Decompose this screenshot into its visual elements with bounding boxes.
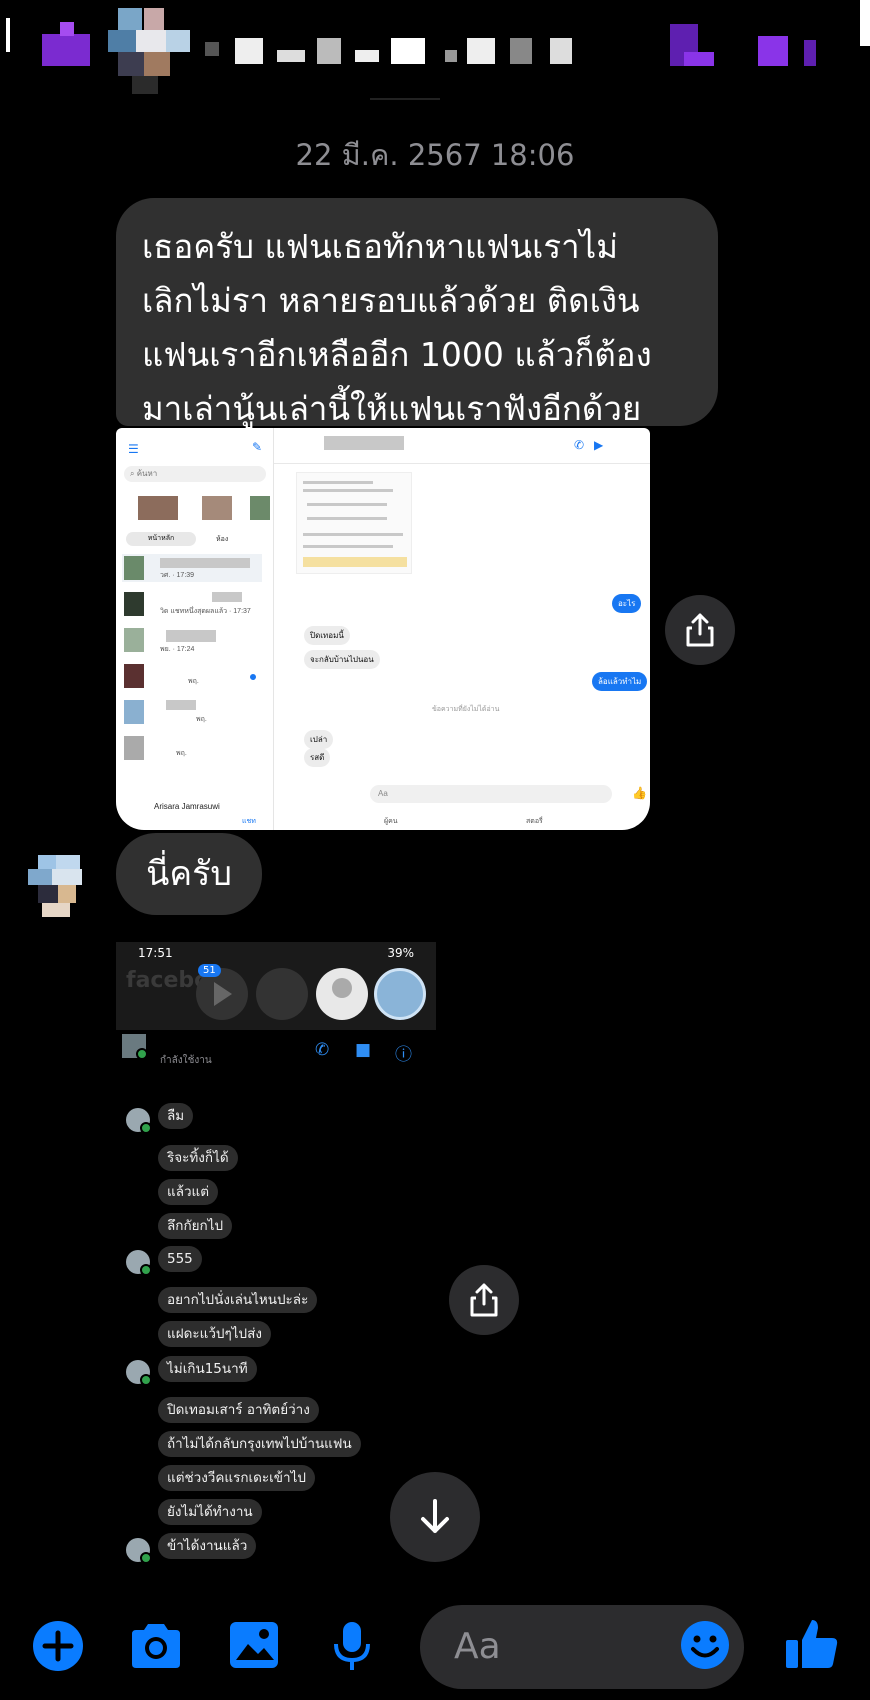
unread-divider: ข้อความที่ยังไม่ได้อ่าน	[432, 706, 500, 713]
image-icon	[230, 1622, 278, 1668]
header-divider	[370, 98, 440, 100]
message-bubble[interactable]: เธอครับ แฟนเธอทักหาแฟนเราไม่ เลิกไม่รา ห…	[116, 198, 718, 428]
story-row	[122, 496, 272, 524]
gallery-button[interactable]	[228, 1620, 280, 1674]
notification-badge: 51	[198, 964, 221, 977]
attached-image-1[interactable]: ☰ ✎ ⌕ ค้นหา หน้าหลัก ห้อง วศ. · 17:39 วิ…	[116, 428, 650, 830]
header-pixel-block	[60, 22, 74, 36]
sender-avatar[interactable]	[28, 855, 92, 917]
camera-button[interactable]	[128, 1620, 184, 1676]
contact-avatar	[122, 1034, 148, 1060]
message-timestamp: 22 มี.ค. 2567 18:06	[295, 138, 575, 172]
scroll-down-button[interactable]	[390, 1472, 480, 1562]
highlight-box	[303, 557, 407, 567]
chat-message: ลืม	[158, 1103, 194, 1129]
plus-button[interactable]	[32, 1620, 84, 1676]
chat-row: พย. · 17:24	[122, 626, 262, 654]
chat-row: วศ. · 17:39	[122, 554, 262, 582]
chat-row: พฤ.	[122, 662, 262, 690]
compose-icon: ✎	[252, 440, 263, 454]
tab-stories: สตอรี่	[526, 818, 543, 825]
tab-requests: ห้อง	[216, 536, 229, 543]
like-button[interactable]	[784, 1616, 840, 1676]
incoming-bubble: จะกลับบ้านไปนอน	[304, 650, 380, 669]
chat-message: อยากไปนั่งเล่นไหนปะล่ะ	[158, 1287, 318, 1313]
header-pixel-block	[42, 34, 90, 66]
chat-message: 555	[158, 1246, 202, 1272]
chat-row: พฤ.	[122, 734, 262, 762]
active-status: กำลังใช้งาน	[160, 1055, 212, 1066]
camera-icon	[132, 1624, 180, 1668]
conversation-topbar: ✆ ▶	[274, 428, 650, 464]
contact-avatar	[126, 1250, 152, 1276]
profile-ring	[316, 968, 368, 1020]
email-preview	[296, 472, 412, 574]
chat-message: ข้าได้งานแล้ว	[158, 1533, 257, 1559]
mini-text-input: Aa	[370, 785, 612, 803]
status-battery: 39%	[387, 946, 414, 960]
emoji-icon	[681, 1621, 729, 1669]
message-line: แฟนเราอีกเหลืออีก 1000 แล้วก็ต้อง	[142, 335, 652, 374]
chat-message: ปิดเทอมเสาร์ อาทิตย์ว่าง	[158, 1397, 319, 1423]
info-icon[interactable]	[860, 0, 870, 46]
message-line: เลิกไม่รา หลายรอบแล้วด้วย ติดเงิน	[142, 281, 640, 320]
phone-icon: ✆	[315, 1040, 330, 1060]
tab-people: ผู้คน	[384, 818, 398, 825]
thumbs-up-icon	[786, 1620, 838, 1668]
search-bar: ⌕ ค้นหา	[124, 466, 266, 482]
outgoing-bubble: ล้อแล้วทำไม	[592, 672, 648, 691]
phone-icon: ✆	[574, 438, 585, 452]
message-line: เธอครับ แฟนเธอทักหาแฟนเราไม่	[142, 227, 619, 266]
share-icon	[470, 1283, 498, 1317]
contact-avatar	[126, 1360, 152, 1386]
emoji-button[interactable]	[680, 1620, 730, 1674]
contact-avatar	[126, 1538, 152, 1564]
like-icon: 👍	[632, 786, 647, 800]
status-time: 17:51	[138, 946, 173, 960]
contact-avatar	[126, 1108, 152, 1134]
video-icon: ▶	[594, 438, 604, 452]
chat-header	[0, 0, 870, 100]
chat-message: ลึกกัยกไป	[158, 1213, 233, 1239]
share-button[interactable]	[665, 595, 735, 665]
unread-dot	[250, 674, 256, 680]
chat-row: พฤ.	[122, 698, 262, 726]
incoming-bubble: รสดี	[304, 748, 331, 767]
tab-main: หน้าหลัก	[126, 532, 196, 546]
message-bubble[interactable]: นี่ครับ	[116, 833, 262, 915]
chat-row: วิด แชทหนึ่งสุดผลแล้ว · 17:37	[122, 590, 262, 618]
share-button[interactable]	[449, 1265, 519, 1335]
arrow-down-icon	[421, 1499, 449, 1533]
contact-name: Arisara Jamrasuwi	[154, 802, 220, 811]
chat-message: แฝดะแว้ปๆไปส่ง	[158, 1321, 271, 1347]
share-icon	[686, 613, 714, 647]
incoming-bubble: เปล่า	[304, 730, 334, 749]
mic-button[interactable]	[332, 1620, 372, 1676]
contact-name-censored[interactable]	[205, 36, 575, 66]
attached-image-2-header[interactable]: 17:51 39% facebo 51	[116, 942, 436, 1030]
chat-message: แต่ช่วงวีคแรกเดะเข้าไป	[158, 1465, 315, 1491]
mic-icon	[334, 1622, 370, 1670]
video-icon[interactable]	[758, 36, 788, 66]
story-ring	[374, 968, 426, 1020]
chat-message: ไม่เกิน15นาที	[158, 1356, 257, 1382]
chat-message: ถ้าไม่ได้กลับกรุงเทพไปบ้านแฟน	[158, 1431, 361, 1457]
video-icon: ■	[355, 1040, 372, 1060]
info-icon: ⓘ	[395, 1045, 412, 1065]
chat-message: ริจะทิ้งก็ได้	[158, 1145, 238, 1171]
search-placeholder: ค้นหา	[136, 469, 158, 478]
tab-chats: แชท	[242, 818, 256, 825]
outgoing-bubble: อะไร	[612, 594, 642, 613]
header-avatar[interactable]	[108, 8, 194, 94]
menu-icon: ☰	[128, 442, 139, 456]
call-icon-part	[684, 52, 714, 66]
chat-message: แล้วแต่	[158, 1179, 219, 1205]
plus-icon	[33, 1621, 83, 1671]
messenger-ring	[256, 968, 308, 1020]
incoming-bubble: ปิดเทอมนี้	[304, 626, 350, 645]
chat-message: ยังไม่ได้ทำงาน	[158, 1499, 262, 1525]
video-icon-part	[804, 40, 816, 66]
back-icon[interactable]	[0, 18, 10, 52]
chat-list-pane: ☰ ✎ ⌕ ค้นหา หน้าหลัก ห้อง วศ. · 17:39 วิ…	[116, 428, 274, 830]
